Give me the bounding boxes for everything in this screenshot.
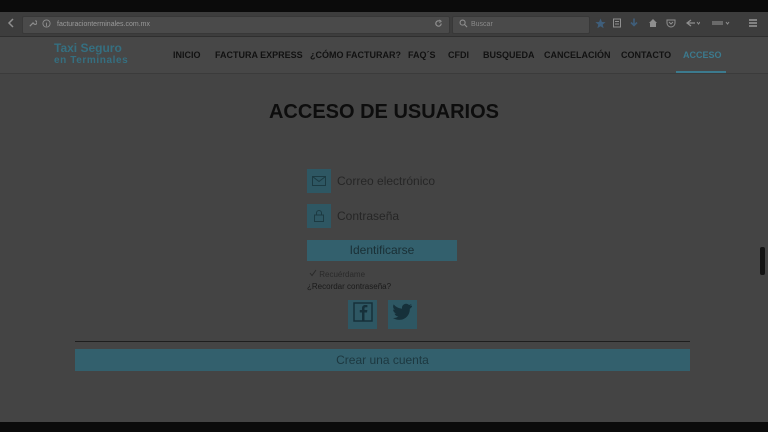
nav-item-factura-express[interactable]: FACTURA EXPRESS	[215, 49, 303, 61]
twitter-icon	[392, 303, 413, 326]
checkmark-icon	[309, 269, 319, 279]
site-header: Taxi Seguro en Terminales INICIO FACTURA…	[0, 37, 768, 74]
lock-icon	[307, 204, 331, 228]
remember-me-label: Recuérdame	[319, 270, 366, 279]
nav-item-contacto[interactable]: CONTACTO	[621, 49, 671, 61]
nav-item-cfdi[interactable]: CFDI	[448, 49, 469, 61]
email-field[interactable]: Correo electrónico	[337, 173, 435, 189]
twitter-login-button[interactable]	[388, 300, 417, 329]
logo-line-2: en Terminales	[54, 55, 129, 66]
search-placeholder: Buscar	[471, 21, 493, 28]
wrench-icon	[27, 19, 38, 31]
logo-line-1: Taxi Seguro	[54, 41, 122, 55]
reading-list-icon[interactable]	[611, 18, 623, 30]
page-title: ACCESO DE USUARIOS	[268, 101, 500, 123]
url-text: facturacionterminales.com.mx	[57, 21, 150, 28]
reload-icon[interactable]	[433, 19, 443, 31]
menu-icon[interactable]	[747, 18, 759, 30]
bookmark-star-icon[interactable]	[594, 18, 606, 30]
active-nav-indicator	[676, 71, 726, 73]
nav-item-inicio[interactable]: INICIO	[173, 49, 201, 61]
search-input[interactable]: Buscar	[452, 16, 590, 34]
addon-icon[interactable]	[710, 18, 732, 30]
url-bar[interactable]: facturacionterminales.com.mx	[22, 16, 450, 34]
nav-item-faqs[interactable]: FAQ´S	[408, 49, 436, 61]
home-icon[interactable]	[647, 18, 659, 30]
scrollbar-thumb[interactable]	[760, 247, 765, 275]
facebook-icon	[352, 302, 373, 327]
nav-item-acceso[interactable]: ACCESO	[683, 49, 722, 61]
browser-toolbar: facturacionterminales.com.mx Buscar	[0, 12, 768, 37]
download-icon[interactable]	[628, 18, 640, 30]
reply-icon[interactable]	[685, 18, 701, 30]
info-icon[interactable]	[41, 19, 51, 31]
back-arrow-icon[interactable]	[6, 18, 18, 30]
forgot-password-link[interactable]: ¿Recordar contraseña?	[307, 282, 391, 292]
login-button[interactable]: Identificarse	[307, 240, 457, 261]
search-icon	[458, 19, 468, 31]
nav-item-busqueda[interactable]: BUSQUEDA	[483, 49, 535, 61]
nav-item-cancelacion[interactable]: CANCELACIÓN	[544, 49, 611, 61]
mail-icon	[307, 169, 331, 193]
password-field[interactable]: Contraseña	[337, 208, 399, 224]
divider	[75, 341, 690, 342]
pocket-icon[interactable]	[665, 18, 677, 30]
nav-item-como-facturar[interactable]: ¿CÓMO FACTURAR?	[310, 49, 401, 61]
facebook-login-button[interactable]	[348, 300, 377, 329]
create-account-button[interactable]: Crear una cuenta	[75, 349, 690, 371]
browser-viewport: facturacionterminales.com.mx Buscar Taxi…	[0, 12, 768, 422]
remember-me-checkbox[interactable]: Recuérdame	[309, 269, 365, 280]
